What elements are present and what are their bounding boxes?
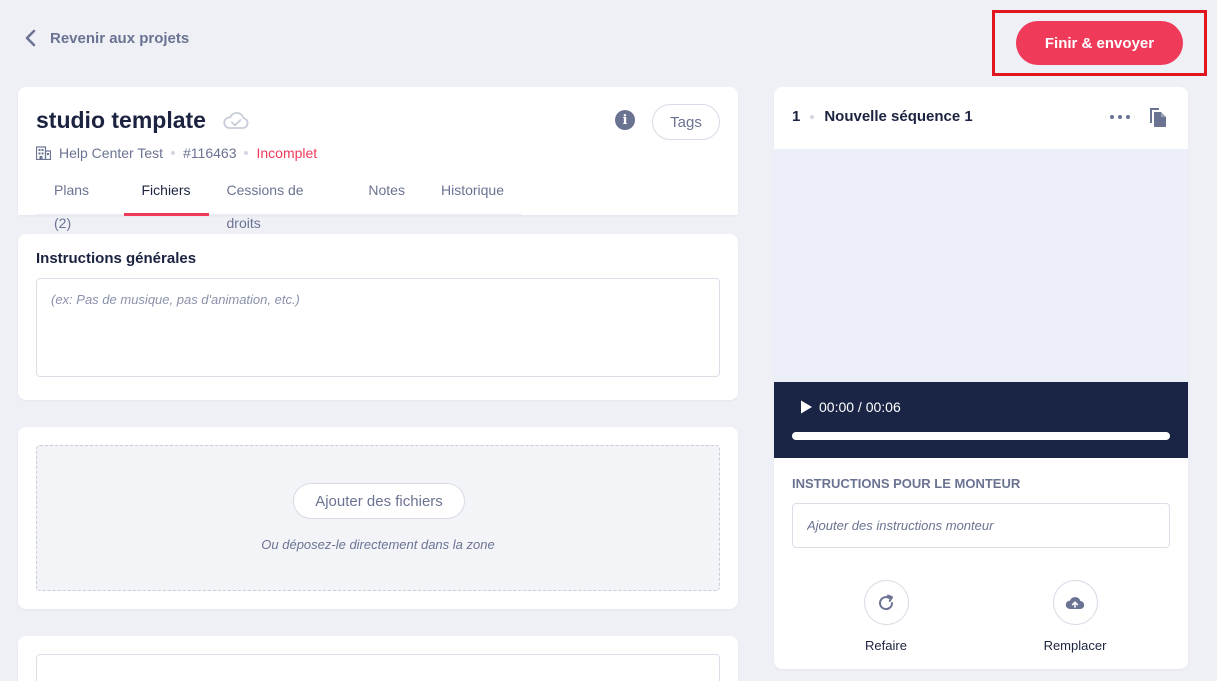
general-instructions-card: Instructions générales: [18, 234, 738, 400]
back-link-label: Revenir aux projets: [50, 29, 190, 47]
tags-button[interactable]: Tags: [652, 104, 720, 140]
chevron-left-icon: [25, 29, 36, 47]
finish-and-send-button[interactable]: Finir & envoyer: [1016, 21, 1183, 65]
drop-hint-text: Ou déposez-le directement dans la zone: [261, 537, 495, 552]
project-title: studio template: [36, 107, 206, 133]
project-header-card: studio template Help Center Test #116463…: [18, 87, 738, 231]
tab-historique[interactable]: Historique: [423, 174, 522, 215]
sequence-number: 1: [792, 108, 801, 125]
project-tabs: Plans (2) Fichiers Cessions de droits No…: [36, 174, 522, 231]
general-instructions-title: Instructions générales: [36, 250, 197, 267]
project-meta: Help Center Test #116463 Incomplet: [36, 145, 317, 161]
cloud-upload-icon: [1065, 596, 1085, 609]
back-to-projects-link[interactable]: Revenir aux projets: [24, 28, 189, 48]
redo-circle: [863, 580, 909, 625]
replace-circle: [1052, 580, 1098, 625]
tab-notes[interactable]: Notes: [350, 174, 423, 215]
project-title-row: studio template: [36, 107, 250, 134]
editor-instructions-input[interactable]: [792, 503, 1170, 548]
general-instructions-input[interactable]: [36, 278, 720, 377]
sequence-card: 1 Nouvelle séquence 1 00:00 / 00:06 INST…: [774, 87, 1188, 669]
sequence-name: Nouvelle séquence 1: [824, 108, 973, 125]
video-player-controls: 00:00 / 00:06: [774, 382, 1188, 458]
video-progress-bar[interactable]: [792, 432, 1170, 440]
project-status: Incomplet: [256, 145, 318, 161]
refresh-icon: [879, 594, 894, 610]
file-dropzone[interactable]: Ajouter des fichiers Ou déposez-le direc…: [36, 445, 720, 591]
company-name: Help Center Test: [59, 145, 164, 161]
tab-fichiers[interactable]: Fichiers: [123, 174, 209, 216]
cloud-check-icon: [223, 111, 249, 129]
additional-card: [18, 636, 738, 681]
meta-separator: [171, 151, 176, 155]
sequence-header: 1 Nouvelle séquence 1: [792, 108, 973, 125]
add-files-button[interactable]: Ajouter des fichiers: [293, 483, 465, 519]
replace-button[interactable]: Remplacer: [1030, 580, 1120, 653]
info-icon[interactable]: i: [615, 110, 635, 130]
play-icon[interactable]: [798, 399, 814, 415]
copy-icon[interactable]: [1147, 106, 1167, 128]
building-icon: [36, 146, 51, 160]
project-id: #116463: [183, 145, 237, 161]
player-time: 00:00 / 00:06: [819, 399, 901, 415]
video-preview[interactable]: [774, 149, 1188, 382]
tab-cessions-de-droits[interactable]: Cessions de droits: [209, 174, 351, 231]
redo-button[interactable]: Refaire: [841, 580, 931, 653]
additional-input-box[interactable]: [36, 654, 720, 681]
replace-label: Remplacer: [1043, 638, 1107, 653]
redo-label: Refaire: [865, 638, 907, 653]
files-upload-card: Ajouter des fichiers Ou déposez-le direc…: [18, 427, 738, 609]
meta-separator: [244, 151, 249, 155]
editor-instructions-title: INSTRUCTIONS POUR LE MONTEUR: [792, 476, 1021, 491]
tab-plans[interactable]: Plans (2): [36, 174, 124, 231]
sequence-separator: [810, 114, 815, 119]
more-options-icon[interactable]: [1110, 115, 1130, 121]
finish-button-highlight: Finir & envoyer: [992, 10, 1207, 76]
